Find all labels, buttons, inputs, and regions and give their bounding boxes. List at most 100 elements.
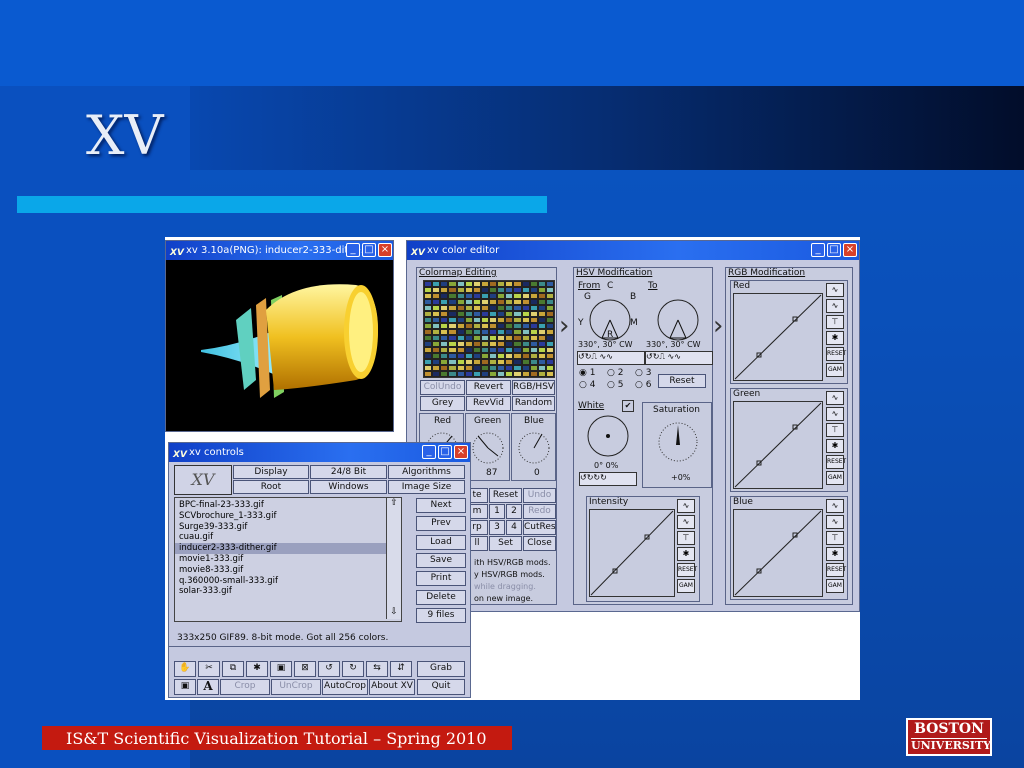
menu-windows-button[interactable]: Windows [310, 480, 387, 494]
cm-4-button[interactable]: 4 [506, 520, 522, 535]
curve-gam-button[interactable]: GAM [826, 471, 844, 485]
close-icon[interactable]: × [378, 243, 392, 257]
cm-undo-button[interactable]: Undo [523, 488, 556, 503]
colormap-cell[interactable] [480, 371, 489, 377]
curve-spline-icon[interactable]: ∿ [826, 391, 844, 405]
side-load-button[interactable]: Load [416, 534, 466, 550]
curve-linear-icon[interactable]: ∿ [826, 299, 844, 313]
curve-linear-icon[interactable]: ∿ [826, 407, 844, 421]
radio-2[interactable]: ○ 2 [607, 368, 623, 378]
rgb-tool-buttons[interactable]: ∿ ∿ ⊤ ✱ RESET GAM [826, 391, 846, 489]
scrollbar[interactable]: ⇧ ⇩ [386, 498, 401, 619]
xv-logo-button[interactable]: XV [174, 465, 232, 495]
colormap-cell[interactable] [489, 371, 498, 377]
color-editor-titlebar[interactable]: XV xv color editor [407, 241, 859, 260]
file-list-item[interactable]: Surge39-333.gif [175, 522, 389, 533]
saturation-dial-icon[interactable] [653, 417, 703, 467]
colormap-cell[interactable] [440, 371, 449, 377]
smooth-icon[interactable]: ⊠ [294, 661, 316, 677]
file-list-item[interactable]: inducer2-333-dither.gif [175, 543, 389, 555]
cm-2-button[interactable]: 2 [506, 504, 522, 519]
cm-close-button[interactable]: Close [523, 536, 556, 551]
colundo-button[interactable]: ColUndo [420, 380, 465, 395]
rgb-hsv-button[interactable]: RGB/HSV [512, 380, 555, 395]
flip-v-icon[interactable]: ⇵ [390, 661, 412, 677]
intensity-curve[interactable] [589, 509, 675, 597]
rgb-curve[interactable] [733, 509, 823, 597]
colormap-cell[interactable] [513, 371, 522, 377]
curve-free-icon[interactable]: ✱ [826, 331, 844, 345]
maximize-icon[interactable]: □ [438, 445, 452, 459]
maximize-icon[interactable]: □ [362, 243, 376, 257]
curve-reset-button[interactable]: RESET [826, 347, 846, 361]
radio-5[interactable]: ○ 5 [607, 380, 623, 390]
rgb-tool-buttons[interactable]: ∿ ∿ ⊤ ✱ RESET GAM [826, 499, 846, 597]
curve-step-icon[interactable]: ⊤ [826, 423, 844, 437]
file-list-item[interactable]: SCVbrochure_1-333.gif [175, 511, 389, 522]
cm-reset-button[interactable]: Reset [489, 488, 522, 503]
colormap-cell[interactable] [424, 371, 433, 377]
curve-gam-button[interactable]: GAM [826, 579, 844, 593]
colormap-cell[interactable] [521, 371, 530, 377]
file-list-item[interactable]: solar-333.gif [175, 586, 389, 597]
flip-h-icon[interactable]: ⇆ [366, 661, 388, 677]
green-dial-icon[interactable] [468, 428, 508, 468]
autocrop-button[interactable]: AutoCrop [322, 679, 368, 695]
rgb-curve[interactable] [733, 293, 823, 381]
text-tool-icon[interactable]: A [197, 679, 219, 695]
minimize-icon[interactable]: _ [811, 243, 825, 257]
radio-3[interactable]: ○ 3 [635, 368, 651, 378]
curve-free-icon[interactable]: ✱ [826, 439, 844, 453]
cm-3-button[interactable]: 3 [489, 520, 505, 535]
to-hue-controls[interactable]: ↺↻⎍ ∿∿ [645, 351, 713, 365]
colormap-cell[interactable] [545, 371, 554, 377]
file-list-item[interactable]: BPC-final-23-333.gif [175, 500, 389, 511]
crop-box-icon[interactable]: ▣ [270, 661, 292, 677]
cut-icon[interactable]: ✂ [198, 661, 220, 677]
curve-reset-button[interactable]: RESET [826, 563, 846, 577]
from-hue-controls[interactable]: ↺↻⎍ ∿∿ [577, 351, 645, 365]
colormap-cell[interactable] [505, 371, 514, 377]
grab-button[interactable]: Grab [417, 661, 465, 677]
crop-button[interactable]: Crop [220, 679, 270, 695]
side-prev-button[interactable]: Prev [416, 516, 466, 532]
side-next-button[interactable]: Next [416, 498, 466, 513]
crop-tool-icon[interactable]: ▣ [174, 679, 196, 695]
revert-button[interactable]: Revert [466, 380, 511, 395]
minimize-icon[interactable]: _ [346, 243, 360, 257]
scroll-down-icon[interactable]: ⇩ [387, 607, 401, 619]
file-list[interactable]: BPC-final-23-333.gif SCVbrochure_1-333.gi… [174, 497, 402, 622]
grey-button[interactable]: Grey [420, 396, 465, 411]
menu-image-size-button[interactable]: Image Size [388, 480, 465, 494]
colormap-cell[interactable] [497, 371, 506, 377]
file-list-item[interactable]: cuau.gif [175, 532, 389, 543]
side-save-button[interactable]: Save [416, 552, 466, 568]
menu-algorithms-button[interactable]: Algorithms [388, 465, 465, 479]
side-print-button[interactable]: Print [416, 571, 466, 587]
hsv-reset-button[interactable]: Reset [658, 374, 706, 388]
curve-step-icon[interactable]: ⊤ [826, 315, 844, 329]
radio-6[interactable]: ○ 6 [635, 380, 651, 390]
colormap-cell[interactable] [448, 371, 457, 377]
cm-1-button[interactable]: 1 [489, 504, 505, 519]
quit-button[interactable]: Quit [417, 679, 465, 695]
curve-step-icon[interactable]: ⊤ [826, 531, 844, 545]
curve-reset-button[interactable]: RESET [826, 455, 846, 469]
revvid-button[interactable]: RevVid [466, 396, 511, 411]
menu-root-button[interactable]: Root [233, 480, 309, 494]
uncrop-button[interactable]: UnCrop [271, 679, 321, 695]
file-list-item[interactable]: movie1-333.gif [175, 554, 389, 565]
colormap-cell[interactable] [456, 371, 465, 377]
colormap-cell[interactable] [472, 371, 481, 377]
minimize-icon[interactable]: _ [422, 445, 436, 459]
maximize-icon[interactable]: □ [827, 243, 841, 257]
colormap-cell[interactable] [464, 371, 473, 377]
curve-gam-button[interactable]: GAM [826, 363, 844, 377]
cm-cutres-button[interactable]: CutRes [523, 520, 556, 535]
copy-icon[interactable]: ⧉ [222, 661, 244, 677]
cm-redo-button[interactable]: Redo [523, 504, 556, 519]
blue-dial-icon[interactable] [514, 428, 554, 468]
curve-spline-icon[interactable]: ∿ [826, 283, 844, 297]
file-list-item[interactable]: movie8-333.gif [175, 565, 389, 576]
file-list-item[interactable]: q.360000-small-333.gif [175, 576, 389, 587]
